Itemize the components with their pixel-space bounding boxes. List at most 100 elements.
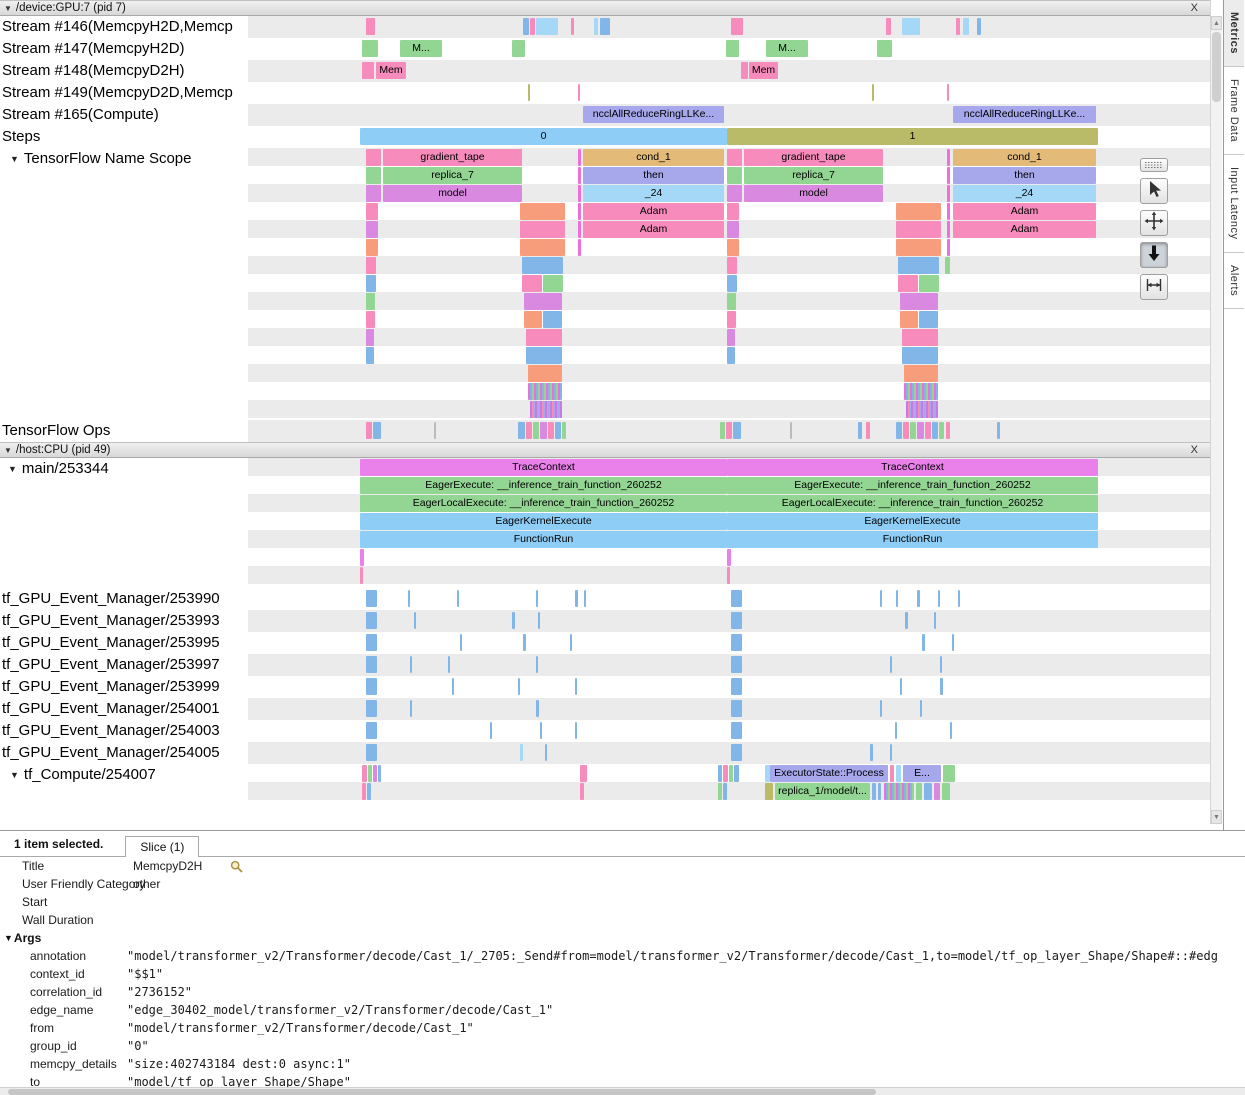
trace-slice[interactable] — [904, 365, 938, 382]
trace-slice[interactable] — [956, 18, 960, 35]
trace-slice[interactable] — [543, 311, 562, 328]
trace-slice[interactable] — [731, 678, 742, 695]
trace-slice[interactable] — [872, 84, 874, 101]
trace-slice[interactable] — [366, 347, 374, 364]
trace-slice[interactable] — [727, 221, 739, 238]
trace-slice[interactable] — [520, 744, 523, 761]
row-label-main-253344[interactable]: ▼main/253344 — [0, 458, 248, 588]
trace-slice[interactable] — [920, 700, 922, 717]
trace-slice[interactable] — [562, 422, 566, 439]
vertical-scrollbar-thumb[interactable] — [1212, 32, 1221, 102]
slice-replica-7[interactable]: replica_7 — [383, 167, 522, 184]
trace-slice[interactable] — [410, 700, 412, 717]
trace-slice[interactable] — [452, 678, 454, 695]
trace-slice[interactable] — [366, 275, 376, 292]
trace-slice[interactable] — [540, 722, 542, 739]
trace-slice[interactable] — [731, 612, 742, 629]
trace-slice[interactable] — [945, 257, 950, 274]
trace-slice[interactable] — [727, 293, 736, 310]
trace-slice[interactable] — [373, 422, 381, 439]
trace-slice[interactable] — [919, 275, 939, 292]
trace-slice[interactable] — [723, 783, 727, 800]
trace-slice[interactable] — [727, 257, 737, 274]
trace-slice[interactable] — [890, 656, 892, 673]
trace-slice[interactable] — [520, 203, 565, 220]
trace-slice[interactable] — [903, 422, 909, 439]
trace-slice[interactable] — [896, 239, 941, 256]
side-tab-frame-data[interactable]: Frame Data — [1224, 67, 1244, 155]
slice-cond-1[interactable]: cond_1 — [953, 149, 1096, 166]
slice-eagerkernelexecute[interactable]: EagerKernelExecute — [360, 513, 727, 530]
trace-slice[interactable] — [898, 275, 918, 292]
trace-slice[interactable] — [939, 422, 944, 439]
side-tab-input-latency[interactable]: Input Latency — [1224, 155, 1244, 253]
trace-slice[interactable] — [523, 18, 529, 35]
horizontal-scrollbar-thumb[interactable] — [8, 1089, 876, 1095]
trace-slice[interactable] — [366, 239, 378, 256]
trace-slice[interactable] — [947, 221, 950, 238]
trace-slice[interactable] — [896, 590, 898, 607]
slice-eagerlocalexecute-inference-train-function-260252[interactable]: EagerLocalExecute: __inference_train_fun… — [727, 495, 1098, 512]
trace-slice[interactable] — [366, 700, 377, 717]
slice-adam[interactable]: Adam — [953, 221, 1096, 238]
trace-slice[interactable] — [512, 40, 525, 57]
trace-slice[interactable] — [880, 590, 882, 607]
trace-slice[interactable] — [895, 722, 897, 739]
trace-slice[interactable] — [414, 612, 416, 629]
trace-slice[interactable] — [733, 422, 741, 439]
scroll-down-button[interactable]: ▼ — [1211, 810, 1222, 824]
slice-tracecontext[interactable]: TraceContext — [727, 459, 1098, 476]
slice-executorstate-process[interactable]: ExecutorState::Process — [770, 765, 888, 782]
trace-slice[interactable] — [373, 765, 377, 782]
trace-slice[interactable] — [526, 422, 532, 439]
trace-slice[interactable] — [578, 203, 581, 220]
trace-slice[interactable] — [490, 722, 492, 739]
trace-slice[interactable] — [512, 612, 515, 629]
trace-slice[interactable] — [866, 422, 870, 439]
trace-slice[interactable] — [934, 783, 940, 800]
vertical-scrollbar[interactable]: ▲ ▼ — [1210, 0, 1222, 824]
trace-slice[interactable] — [727, 329, 735, 346]
magnifier-icon[interactable] — [230, 860, 243, 873]
trace-slice[interactable] — [898, 257, 939, 274]
trace-slice[interactable] — [526, 347, 562, 364]
trace-slice[interactable] — [524, 293, 562, 310]
trace-slice[interactable] — [729, 765, 733, 782]
slice-functionrun[interactable]: FunctionRun — [360, 531, 727, 548]
trace-slice[interactable] — [947, 239, 950, 256]
trace-slice[interactable] — [917, 590, 920, 607]
trace-slice[interactable] — [457, 590, 459, 607]
trace-slice[interactable] — [947, 167, 950, 184]
slice-0[interactable]: 0 — [360, 128, 727, 145]
trace-slice[interactable] — [731, 722, 742, 739]
trace-slice[interactable] — [578, 185, 581, 202]
trace-slice[interactable] — [922, 634, 925, 651]
cpu-panel-close-button[interactable]: X — [1191, 444, 1206, 456]
trace-slice[interactable] — [362, 765, 367, 782]
scrollbar-track[interactable] — [1211, 104, 1222, 810]
slice-adam[interactable]: Adam — [953, 203, 1096, 220]
trace-slice[interactable] — [540, 422, 547, 439]
trace-slice[interactable] — [947, 149, 950, 166]
trace-slice[interactable] — [448, 656, 450, 673]
trace-slice[interactable] — [727, 549, 731, 566]
trace-slice[interactable] — [902, 18, 920, 35]
trace-slice[interactable] — [594, 18, 598, 35]
trace-slice[interactable] — [570, 634, 572, 651]
trace-slice[interactable] — [518, 422, 525, 439]
trace-slice[interactable] — [378, 765, 381, 782]
trace-slice[interactable] — [518, 678, 520, 695]
slice-replica-7[interactable]: replica_7 — [744, 167, 883, 184]
slice-functionrun[interactable]: FunctionRun — [727, 531, 1098, 548]
trace-slice[interactable] — [578, 221, 581, 238]
slice-gradient-tape[interactable]: gradient_tape — [383, 149, 522, 166]
trace-slice[interactable] — [555, 422, 561, 439]
trace-slice[interactable] — [366, 311, 375, 328]
trace-slice[interactable] — [905, 612, 908, 629]
trace-slice[interactable] — [548, 422, 554, 439]
trace-slice[interactable] — [902, 329, 938, 346]
trace-slice[interactable] — [360, 549, 364, 566]
trace-slice[interactable] — [952, 634, 954, 651]
trace-slice[interactable] — [947, 203, 950, 220]
trace-slice[interactable] — [900, 311, 918, 328]
